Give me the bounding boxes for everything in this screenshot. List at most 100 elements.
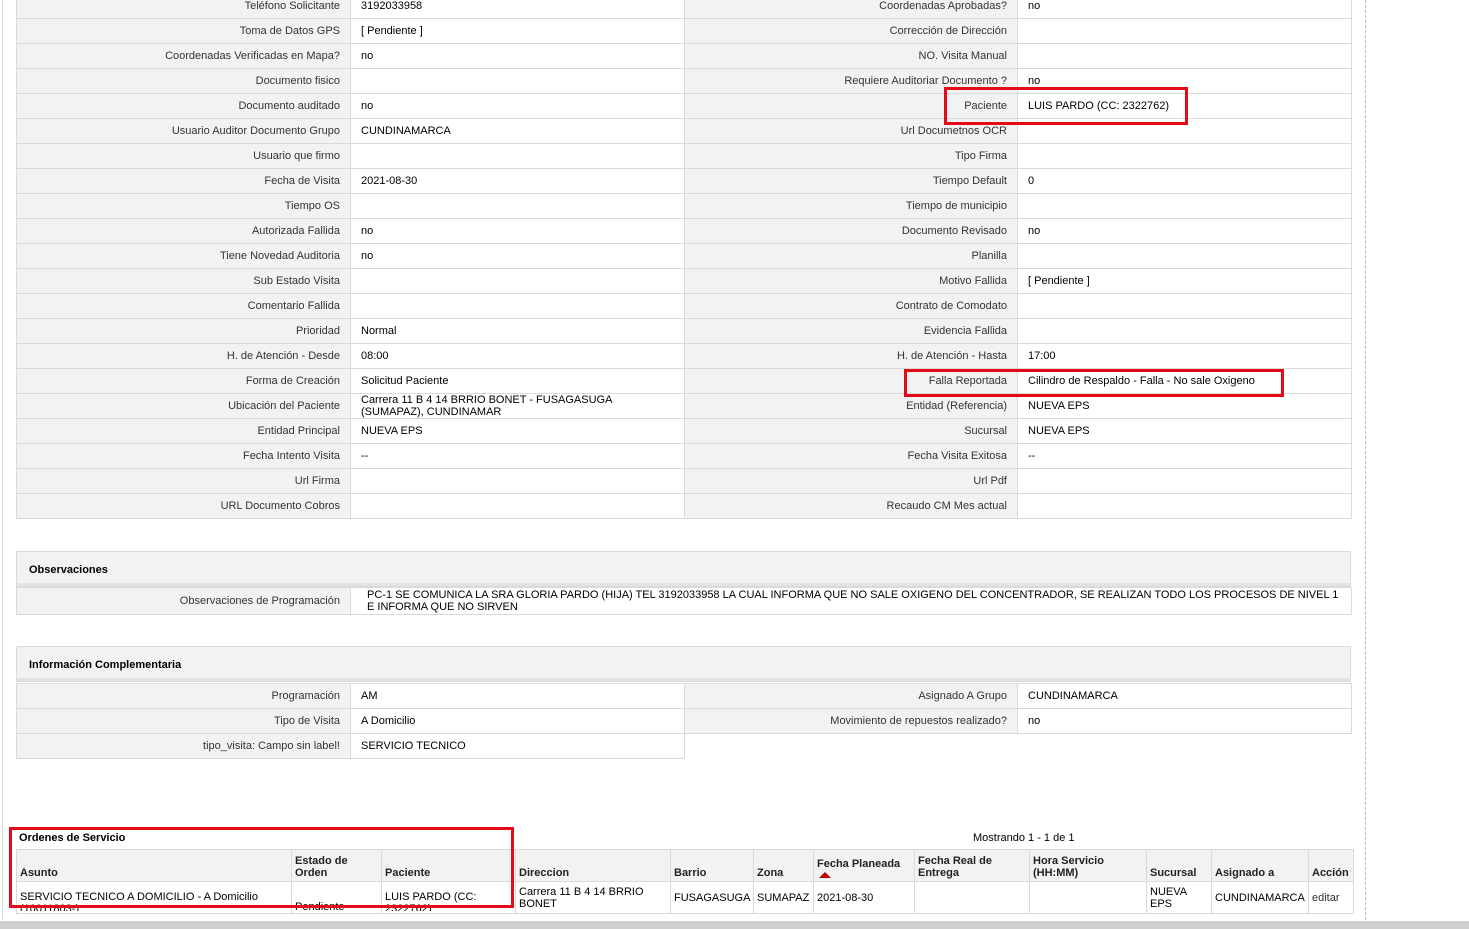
field-value: CUNDINAMARCA — [1017, 683, 1352, 709]
field-label: Url Documetnos OCR — [684, 118, 1018, 144]
field-value — [1017, 118, 1352, 144]
field-label: Tiempo de municipio — [684, 193, 1018, 219]
field-label: Ubicación del Paciente — [16, 393, 351, 419]
observaciones-value: PC-1 SE COMUNICA LA SRA GLORIA PARDO (HI… — [350, 587, 1352, 615]
col-estado-header[interactable]: Estado de Orden — [291, 849, 382, 882]
field-value: NUEVA EPS — [1017, 393, 1352, 419]
field-label: Contrato de Comodato — [684, 293, 1018, 319]
cell-zona: SUMAPAZ — [753, 881, 814, 914]
horizontal-scrollbar[interactable] — [0, 921, 1469, 929]
field-label: Entidad (Referencia) — [684, 393, 1018, 419]
field-value: 17:00 — [1017, 343, 1352, 369]
field-value: Carrera 11 B 4 14 BRRIO BONET - FUSAGASU… — [350, 393, 685, 419]
col-asunto-header[interactable]: Asunto — [16, 849, 292, 882]
field-value: [ Pendiente ] — [1017, 268, 1352, 294]
col-barrio-header[interactable]: Barrio — [670, 849, 754, 882]
detail-row: Prioridad Normal Evidencia Fallida — [16, 318, 1352, 344]
field-label: Coordenadas Aprobadas? — [684, 0, 1018, 19]
field-label: Forma de Creación — [16, 368, 351, 394]
field-label: Fecha Visita Exitosa — [684, 443, 1018, 469]
sort-asc-icon — [819, 872, 831, 878]
col-hora-header[interactable]: Hora Servicio (HH:MM) — [1029, 849, 1147, 882]
col-zona-header[interactable]: Zona — [753, 849, 814, 882]
field-label: Asignado A Grupo — [684, 683, 1018, 709]
field-value: 3192033958 — [350, 0, 685, 19]
field-label: Tiene Novedad Auditoria — [16, 243, 351, 269]
observaciones-header: Observaciones — [16, 551, 1351, 587]
field-value — [350, 68, 685, 94]
field-label: Fecha de Visita — [16, 168, 351, 194]
observaciones-table: Observaciones de Programación PC-1 SE CO… — [16, 587, 1352, 615]
detail-row: Autorizada Fallida no Documento Revisado no — [16, 218, 1352, 244]
field-value: no — [350, 243, 685, 269]
field-label: Falla Reportada — [684, 368, 1018, 394]
field-value: CUNDINAMARCA — [350, 118, 685, 144]
field-value: no — [1017, 68, 1352, 94]
field-value: Cilindro de Respaldo - Falla - No sale O… — [1017, 368, 1352, 394]
left-border — [2, 0, 3, 920]
field-value: no — [350, 93, 685, 119]
col-fecha-planeada-header[interactable]: Fecha Planeada — [813, 849, 915, 882]
complementaria-table: Programación AM Asignado A Grupo CUNDINA… — [16, 683, 1352, 759]
field-label: Url Firma — [16, 468, 351, 494]
complementaria-row: Programación AM Asignado A Grupo CUNDINA… — [16, 683, 1352, 709]
detail-row: Comentario Fallida Contrato de Comodato — [16, 293, 1352, 319]
field-value — [350, 493, 685, 519]
field-value: NUEVA EPS — [1017, 418, 1352, 444]
field-value: A Domicilio — [350, 708, 685, 734]
col-asignado-header[interactable]: Asignado a — [1211, 849, 1309, 882]
detail-row: H. de Atención - Desde 08:00 H. de Atenció… — [16, 343, 1352, 369]
field-value: no — [1017, 0, 1352, 19]
field-value: 2021-08-30 — [350, 168, 685, 194]
complementaria-row: Tipo de Visita A Domicilio Movimiento de… — [16, 708, 1352, 734]
field-value: -- — [350, 443, 685, 469]
observaciones-label: Observaciones de Programación — [16, 587, 351, 615]
detail-row: Entidad Principal NUEVA EPS Sucursal NUEVA … — [16, 418, 1352, 444]
field-value: -- — [1017, 443, 1352, 469]
field-label: Prioridad — [16, 318, 351, 344]
field-value: Normal — [350, 318, 685, 344]
field-value — [1017, 18, 1352, 44]
orders-table: Asunto Estado de Orden Paciente Direccio… — [16, 849, 1354, 914]
field-value — [350, 468, 685, 494]
field-label: NO. Visita Manual — [684, 43, 1018, 69]
field-label: Tipo Firma — [684, 143, 1018, 169]
detail-row: Forma de Creación Solicitud Paciente Falla… — [16, 368, 1352, 394]
field-value: 08:00 — [350, 343, 685, 369]
field-value — [1017, 143, 1352, 169]
col-direccion-header[interactable]: Direccion — [515, 849, 671, 882]
field-value — [1017, 318, 1352, 344]
field-label: Programación — [16, 683, 351, 709]
field-value — [1017, 293, 1352, 319]
cell-direccion: Carrera 11 B 4 14 BRRIO BONET — [515, 881, 671, 914]
field-label: Sub Estado Visita — [16, 268, 351, 294]
field-label: Tipo de Visita — [16, 708, 351, 734]
cell-fecha-planeada: 2021-08-30 — [813, 881, 915, 914]
cell-accion: editar — [1308, 881, 1354, 914]
field-value: [ Pendiente ] — [350, 18, 685, 44]
field-label: Evidencia Fallida — [684, 318, 1018, 344]
col-sucursal-header[interactable]: Sucursal — [1146, 849, 1212, 882]
field-value: no — [1017, 708, 1352, 734]
detail-row: Fecha de Visita 2021-08-30 Tiempo Default 0 — [16, 168, 1352, 194]
field-label: Paciente — [684, 93, 1018, 119]
field-value: AM — [350, 683, 685, 709]
detail-row: Fecha Intento Visita -- Fecha Visita Exito… — [16, 443, 1352, 469]
field-label: H. de Atención - Desde — [16, 343, 351, 369]
cell-hora — [1029, 881, 1147, 914]
detail-row: Tiempo OS Tiempo de municipio — [16, 193, 1352, 219]
field-label: Documento auditado — [16, 93, 351, 119]
field-value — [1017, 43, 1352, 69]
cell-barrio: FUSAGASUGA — [670, 881, 754, 914]
cell-estado: Pendiente — [291, 881, 382, 914]
cell-asignado: CUNDINAMARCA — [1211, 881, 1309, 914]
col-paciente-header[interactable]: Paciente — [381, 849, 516, 882]
field-label: Tiempo Default — [684, 168, 1018, 194]
detail-row: Documento fisico Requiere Auditoriar Docu… — [16, 68, 1352, 94]
right-dashed-border — [1365, 0, 1366, 920]
col-fecha-real-header[interactable]: Fecha Real de Entrega — [914, 849, 1030, 882]
detail-row: Usuario que firmo Tipo Firma — [16, 143, 1352, 169]
detail-row: URL Documento Cobros Recaudo CM Mes actua… — [16, 493, 1352, 519]
edit-link[interactable]: editar — [1312, 892, 1340, 904]
field-value — [1017, 243, 1352, 269]
